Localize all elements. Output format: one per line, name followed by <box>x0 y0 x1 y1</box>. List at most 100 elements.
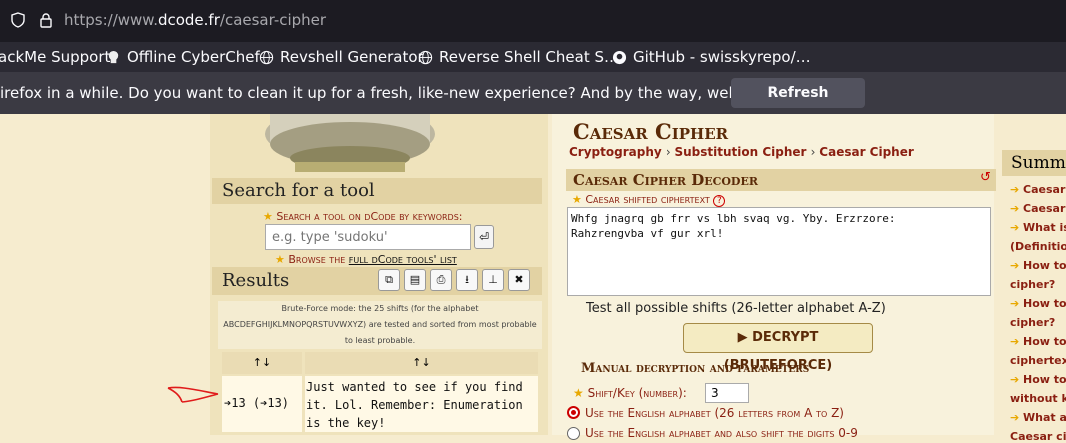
download-icon[interactable]: ⭳ <box>456 269 478 291</box>
search-section-title: Search for a tool <box>212 178 542 204</box>
shift-key-input[interactable] <box>705 383 749 403</box>
bruteforce-info: Brute-Force mode: the 25 shifts (for the… <box>218 301 542 349</box>
url-domain: dcode.fr <box>157 11 220 29</box>
bookmark-label: Offline CyberChef <box>127 48 260 66</box>
chef-icon <box>108 50 119 63</box>
annotation-arrow-icon <box>167 386 219 403</box>
globe-icon <box>418 50 433 64</box>
shift-key-label-text: Shift/Key (number): <box>587 386 687 400</box>
bookmark-reverse-shell-cheat[interactable]: Reverse Shell Cheat S… <box>418 48 619 66</box>
summary-item-text: How to <box>1023 373 1066 386</box>
pin-icon[interactable]: ⊥ <box>482 269 504 291</box>
reload-icon[interactable]: ↺ <box>980 170 991 185</box>
decrypt-bruteforce-button[interactable]: ▶ DECRYPT (BRUTEFORCE) <box>683 323 873 373</box>
bookmark-label: Reverse Shell Cheat S… <box>439 48 619 66</box>
save-icon[interactable]: ▤ <box>404 269 426 291</box>
refresh-firefox-button[interactable]: Refresh Firefox… <box>731 78 865 131</box>
ciphertext-label: ★ Caesar shifted ciphertext ? <box>572 193 726 207</box>
summary-item-text: How to <box>1023 335 1066 348</box>
summary-item[interactable]: (Definition) <box>1010 240 1066 253</box>
arrow-icon: ➔ <box>1010 373 1024 386</box>
copy-icon[interactable]: ⧉ <box>378 269 400 291</box>
close-icon[interactable]: ✖ <box>508 269 530 291</box>
globe-icon <box>259 50 274 64</box>
bookmark-hackme-support[interactable]: ackMe Support <box>0 48 110 66</box>
summary-item-text: What is <box>1023 221 1066 234</box>
summary-item-text: Caesar C <box>1023 183 1066 196</box>
bookmark-label: ackMe Support <box>0 48 111 66</box>
notification-message: irefox in a while. Do you want to clean … <box>0 84 821 102</box>
url-path: /caesar-cipher <box>219 11 327 29</box>
search-label-text: Search a tool on dCode by keywords: <box>276 210 463 223</box>
alphabet-digits-radio[interactable] <box>567 427 580 440</box>
star-icon: ★ <box>263 210 277 223</box>
result-text-cell: Just wanted to see if you find it. Lol. … <box>305 376 538 432</box>
bookmark-offline-cyberchef[interactable]: Offline CyberChef <box>106 48 260 66</box>
summary-item[interactable]: cipher? <box>1010 278 1066 291</box>
ciphertext-label-text: Caesar shifted ciphertext <box>585 193 710 206</box>
bruteforce-info-line: ABCDEFGHIJKLMNOPQRSTUVWXYZ) are tested a… <box>223 320 537 329</box>
breadcrumb-caesar[interactable]: Caesar Cipher <box>819 145 914 159</box>
arrow-icon: ➔ <box>1010 221 1024 234</box>
refresh-notification-bar: irefox in a while. Do you want to clean … <box>0 72 1066 131</box>
summary-item[interactable]: cipher? <box>1010 316 1066 329</box>
shield-icon[interactable] <box>10 12 26 28</box>
breadcrumb: Cryptography › Substitution Cipher › Cae… <box>569 145 914 159</box>
sort-header-text[interactable]: ↑↓ <box>305 352 538 374</box>
browse-tools-link[interactable]: ★ Browse the full dCode tools' list <box>275 253 457 266</box>
summary-item-text: ciphertext? <box>1010 354 1066 367</box>
decoder-title: Caesar Cipher Decoder <box>566 169 996 191</box>
search-submit-icon[interactable]: ⏎ <box>474 225 494 249</box>
summary-item[interactable]: ➔ Caesar C <box>1010 183 1066 196</box>
star-icon: ★ <box>572 193 586 206</box>
summary-item-text: without kn <box>1010 392 1066 405</box>
summary-item[interactable]: Caesar cip <box>1010 430 1066 443</box>
summary-item[interactable]: ➔ What ar <box>1010 411 1066 424</box>
lock-icon[interactable] <box>38 12 54 28</box>
sort-header-shift[interactable]: ↑↓ <box>222 352 302 374</box>
search-input[interactable] <box>265 224 471 250</box>
alphabet-digits-label[interactable]: Use the English alphabet and also shift … <box>585 426 858 440</box>
cipher-wheel-image <box>265 114 435 172</box>
url-prefix: https://www. <box>64 11 158 29</box>
summary-item[interactable]: ciphertext? <box>1010 354 1066 367</box>
browse-prefix: Browse the <box>288 253 349 266</box>
github-icon <box>612 50 627 64</box>
page-title: Caesar Cipher <box>573 119 729 144</box>
manual-decryption-title: Manual decryption and parameters <box>581 361 810 376</box>
arrow-icon: ➔ <box>1010 411 1024 424</box>
summary-item[interactable]: ➔ How to <box>1010 297 1066 310</box>
summary-item-text: cipher? <box>1010 278 1056 291</box>
summary-item-text: Caesar C <box>1023 202 1066 215</box>
arrow-icon: ➔ <box>1010 183 1024 196</box>
summary-item[interactable]: ➔ How to <box>1010 373 1066 386</box>
result-shift-cell: ➔13 (➔13) <box>222 376 302 432</box>
arrow-icon: ➔ <box>1010 259 1024 272</box>
search-label: ★ Search a tool on dCode by keywords: <box>263 210 463 223</box>
star-icon: ★ <box>275 253 289 266</box>
ciphertext-input[interactable]: Whfg jnagrq gb frr vs lbh svaq vg. Yby. … <box>567 207 991 296</box>
summary-title: Summary <box>1002 150 1066 176</box>
help-icon[interactable]: ? <box>713 195 726 207</box>
summary-item[interactable]: ➔ How to <box>1010 335 1066 348</box>
summary-item[interactable]: ➔ Caesar C <box>1010 202 1066 215</box>
bookmark-label: GitHub - swisskyrepo/… <box>633 48 811 66</box>
alphabet-26-label[interactable]: Use the English alphabet (26 letters fro… <box>585 406 844 420</box>
summary-item[interactable]: without kn <box>1010 392 1066 405</box>
test-all-shifts-text: Test all possible shifts (26-letter alph… <box>586 301 886 316</box>
breadcrumb-separator: › <box>665 145 675 159</box>
breadcrumb-cryptography[interactable]: Cryptography <box>569 145 662 159</box>
summary-item-text: (Definition) <box>1010 240 1066 253</box>
summary-item-text: What ar <box>1023 411 1066 424</box>
url-text[interactable]: https://www.dcode.fr/caesar-cipher <box>64 11 326 29</box>
bookmark-github[interactable]: GitHub - swisskyrepo/… <box>612 48 811 66</box>
summary-item[interactable]: ➔ What is <box>1010 221 1066 234</box>
summary-item-text: How to <box>1023 297 1066 310</box>
print-icon[interactable]: ⎙ <box>430 269 452 291</box>
alphabet-26-radio[interactable] <box>567 406 580 419</box>
breadcrumb-substitution[interactable]: Substitution Cipher <box>675 145 807 159</box>
bruteforce-info-line: Brute-Force mode: the 25 shifts (for the… <box>281 304 479 313</box>
bookmark-revshell-generator[interactable]: Revshell Generator <box>259 48 424 66</box>
arrow-icon: ➔ <box>1010 297 1024 310</box>
summary-item[interactable]: ➔ How to <box>1010 259 1066 272</box>
